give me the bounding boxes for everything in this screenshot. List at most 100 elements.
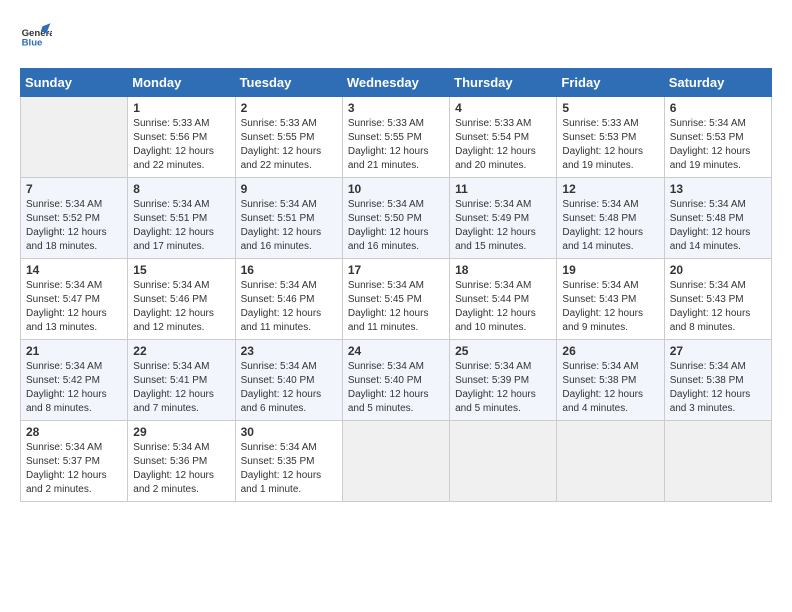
week-row-1: 1 Sunrise: 5:33 AMSunset: 5:56 PMDayligh… [21,97,772,178]
cell-info: Sunrise: 5:34 AMSunset: 5:46 PMDaylight:… [241,279,337,335]
day-number: 16 [241,263,337,277]
cell-info: Sunrise: 5:34 AMSunset: 5:36 PMDaylight:… [133,441,229,497]
day-number: 24 [348,344,444,358]
day-number: 6 [670,101,766,115]
calendar-header-row: SundayMondayTuesdayWednesdayThursdayFrid… [21,69,772,97]
calendar-cell: 6 Sunrise: 5:34 AMSunset: 5:53 PMDayligh… [664,97,771,178]
day-number: 7 [26,182,122,196]
cell-info: Sunrise: 5:34 AMSunset: 5:53 PMDaylight:… [670,117,766,173]
day-number: 17 [348,263,444,277]
calendar-cell: 5 Sunrise: 5:33 AMSunset: 5:53 PMDayligh… [557,97,664,178]
column-header-sunday: Sunday [21,69,128,97]
week-row-5: 28 Sunrise: 5:34 AMSunset: 5:37 PMDaylig… [21,421,772,502]
column-header-friday: Friday [557,69,664,97]
cell-info: Sunrise: 5:34 AMSunset: 5:46 PMDaylight:… [133,279,229,335]
calendar-cell: 17 Sunrise: 5:34 AMSunset: 5:45 PMDaylig… [342,259,449,340]
cell-info: Sunrise: 5:34 AMSunset: 5:44 PMDaylight:… [455,279,551,335]
week-row-2: 7 Sunrise: 5:34 AMSunset: 5:52 PMDayligh… [21,178,772,259]
calendar-cell: 9 Sunrise: 5:34 AMSunset: 5:51 PMDayligh… [235,178,342,259]
week-row-4: 21 Sunrise: 5:34 AMSunset: 5:42 PMDaylig… [21,340,772,421]
column-header-monday: Monday [128,69,235,97]
calendar-body: 1 Sunrise: 5:33 AMSunset: 5:56 PMDayligh… [21,97,772,502]
calendar-cell: 1 Sunrise: 5:33 AMSunset: 5:56 PMDayligh… [128,97,235,178]
day-number: 4 [455,101,551,115]
calendar-table: SundayMondayTuesdayWednesdayThursdayFrid… [20,68,772,502]
calendar-cell: 7 Sunrise: 5:34 AMSunset: 5:52 PMDayligh… [21,178,128,259]
day-number: 22 [133,344,229,358]
day-number: 13 [670,182,766,196]
day-number: 30 [241,425,337,439]
calendar-cell [450,421,557,502]
cell-info: Sunrise: 5:33 AMSunset: 5:55 PMDaylight:… [348,117,444,173]
cell-info: Sunrise: 5:34 AMSunset: 5:52 PMDaylight:… [26,198,122,254]
column-header-tuesday: Tuesday [235,69,342,97]
svg-text:Blue: Blue [22,38,43,49]
cell-info: Sunrise: 5:34 AMSunset: 5:42 PMDaylight:… [26,360,122,416]
cell-info: Sunrise: 5:34 AMSunset: 5:43 PMDaylight:… [670,279,766,335]
cell-info: Sunrise: 5:34 AMSunset: 5:41 PMDaylight:… [133,360,229,416]
calendar-cell: 14 Sunrise: 5:34 AMSunset: 5:47 PMDaylig… [21,259,128,340]
calendar-cell: 11 Sunrise: 5:34 AMSunset: 5:49 PMDaylig… [450,178,557,259]
day-number: 5 [562,101,658,115]
day-number: 25 [455,344,551,358]
calendar-cell: 24 Sunrise: 5:34 AMSunset: 5:40 PMDaylig… [342,340,449,421]
calendar-cell: 22 Sunrise: 5:34 AMSunset: 5:41 PMDaylig… [128,340,235,421]
cell-info: Sunrise: 5:34 AMSunset: 5:47 PMDaylight:… [26,279,122,335]
day-number: 20 [670,263,766,277]
cell-info: Sunrise: 5:34 AMSunset: 5:37 PMDaylight:… [26,441,122,497]
cell-info: Sunrise: 5:34 AMSunset: 5:48 PMDaylight:… [670,198,766,254]
calendar-cell: 27 Sunrise: 5:34 AMSunset: 5:38 PMDaylig… [664,340,771,421]
cell-info: Sunrise: 5:34 AMSunset: 5:51 PMDaylight:… [133,198,229,254]
day-number: 1 [133,101,229,115]
calendar-cell: 12 Sunrise: 5:34 AMSunset: 5:48 PMDaylig… [557,178,664,259]
day-number: 10 [348,182,444,196]
calendar-cell: 23 Sunrise: 5:34 AMSunset: 5:40 PMDaylig… [235,340,342,421]
calendar-cell: 20 Sunrise: 5:34 AMSunset: 5:43 PMDaylig… [664,259,771,340]
cell-info: Sunrise: 5:34 AMSunset: 5:49 PMDaylight:… [455,198,551,254]
calendar-cell: 2 Sunrise: 5:33 AMSunset: 5:55 PMDayligh… [235,97,342,178]
day-number: 26 [562,344,658,358]
day-number: 14 [26,263,122,277]
cell-info: Sunrise: 5:34 AMSunset: 5:38 PMDaylight:… [562,360,658,416]
week-row-3: 14 Sunrise: 5:34 AMSunset: 5:47 PMDaylig… [21,259,772,340]
logo: General Blue [20,20,52,52]
day-number: 3 [348,101,444,115]
day-number: 2 [241,101,337,115]
calendar-cell: 16 Sunrise: 5:34 AMSunset: 5:46 PMDaylig… [235,259,342,340]
calendar-cell: 30 Sunrise: 5:34 AMSunset: 5:35 PMDaylig… [235,421,342,502]
calendar-cell: 3 Sunrise: 5:33 AMSunset: 5:55 PMDayligh… [342,97,449,178]
cell-info: Sunrise: 5:34 AMSunset: 5:43 PMDaylight:… [562,279,658,335]
calendar-cell: 26 Sunrise: 5:34 AMSunset: 5:38 PMDaylig… [557,340,664,421]
cell-info: Sunrise: 5:34 AMSunset: 5:40 PMDaylight:… [241,360,337,416]
calendar-cell [664,421,771,502]
cell-info: Sunrise: 5:34 AMSunset: 5:40 PMDaylight:… [348,360,444,416]
calendar-cell [342,421,449,502]
page-header: General Blue [20,20,772,52]
day-number: 11 [455,182,551,196]
cell-info: Sunrise: 5:34 AMSunset: 5:35 PMDaylight:… [241,441,337,497]
cell-info: Sunrise: 5:34 AMSunset: 5:45 PMDaylight:… [348,279,444,335]
calendar-cell: 25 Sunrise: 5:34 AMSunset: 5:39 PMDaylig… [450,340,557,421]
cell-info: Sunrise: 5:33 AMSunset: 5:55 PMDaylight:… [241,117,337,173]
day-number: 9 [241,182,337,196]
calendar-cell: 13 Sunrise: 5:34 AMSunset: 5:48 PMDaylig… [664,178,771,259]
calendar-cell: 8 Sunrise: 5:34 AMSunset: 5:51 PMDayligh… [128,178,235,259]
cell-info: Sunrise: 5:34 AMSunset: 5:50 PMDaylight:… [348,198,444,254]
cell-info: Sunrise: 5:34 AMSunset: 5:39 PMDaylight:… [455,360,551,416]
calendar-cell: 18 Sunrise: 5:34 AMSunset: 5:44 PMDaylig… [450,259,557,340]
column-header-thursday: Thursday [450,69,557,97]
day-number: 21 [26,344,122,358]
calendar-cell: 21 Sunrise: 5:34 AMSunset: 5:42 PMDaylig… [21,340,128,421]
column-header-wednesday: Wednesday [342,69,449,97]
cell-info: Sunrise: 5:34 AMSunset: 5:38 PMDaylight:… [670,360,766,416]
day-number: 23 [241,344,337,358]
cell-info: Sunrise: 5:34 AMSunset: 5:48 PMDaylight:… [562,198,658,254]
column-header-saturday: Saturday [664,69,771,97]
cell-info: Sunrise: 5:33 AMSunset: 5:53 PMDaylight:… [562,117,658,173]
calendar-cell [557,421,664,502]
calendar-cell: 10 Sunrise: 5:34 AMSunset: 5:50 PMDaylig… [342,178,449,259]
calendar-cell: 4 Sunrise: 5:33 AMSunset: 5:54 PMDayligh… [450,97,557,178]
day-number: 12 [562,182,658,196]
cell-info: Sunrise: 5:33 AMSunset: 5:54 PMDaylight:… [455,117,551,173]
calendar-cell: 28 Sunrise: 5:34 AMSunset: 5:37 PMDaylig… [21,421,128,502]
